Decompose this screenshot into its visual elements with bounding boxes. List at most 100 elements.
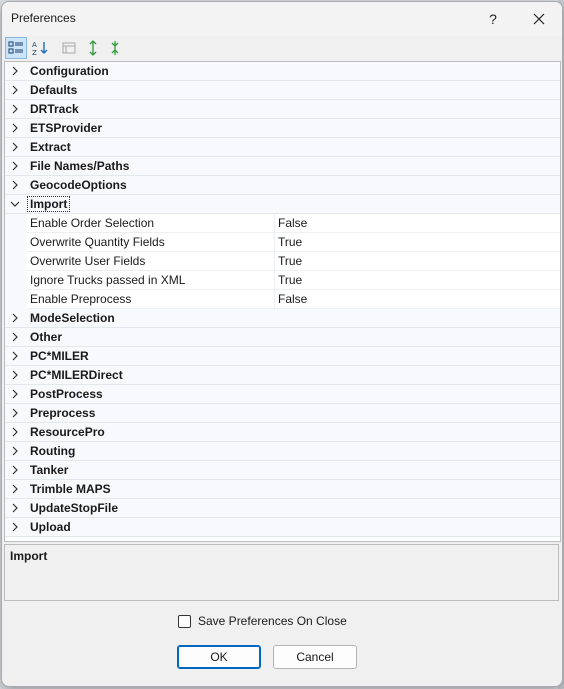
property-value[interactable]: True bbox=[278, 254, 302, 268]
category-label: PC*MILERDirect bbox=[30, 368, 123, 382]
grid-category-row[interactable]: File Names/Paths bbox=[5, 157, 560, 176]
grid-category-row[interactable]: GeocodeOptions bbox=[5, 176, 560, 195]
row-gutter bbox=[5, 271, 27, 290]
chevron-right-icon[interactable] bbox=[10, 389, 20, 399]
chevron-right-icon[interactable] bbox=[10, 313, 20, 323]
category-label: Extract bbox=[30, 140, 71, 154]
category-label: Upload bbox=[30, 520, 71, 534]
grid-property-row[interactable]: Ignore Trucks passed in XML True bbox=[5, 271, 560, 290]
property-pages-button[interactable] bbox=[58, 37, 80, 59]
grid-category-row[interactable]: DRTrack bbox=[5, 100, 560, 119]
grid-category-row[interactable]: Configuration bbox=[5, 62, 560, 81]
row-gutter bbox=[5, 252, 27, 271]
column-splitter bbox=[274, 271, 275, 290]
chevron-right-icon[interactable] bbox=[10, 66, 20, 76]
grid-category-row[interactable]: ModeSelection bbox=[5, 309, 560, 328]
property-value[interactable]: False bbox=[278, 292, 307, 306]
grid-property-row[interactable]: Enable Preprocess False bbox=[5, 290, 560, 309]
save-on-close-label: Save Preferences On Close bbox=[198, 614, 347, 628]
chevron-right-icon[interactable] bbox=[10, 484, 20, 494]
grid-category-row[interactable]: Trimble MAPS bbox=[5, 480, 560, 499]
save-on-close-option[interactable]: Save Preferences On Close bbox=[178, 613, 347, 629]
property-name: Overwrite User Fields bbox=[30, 254, 146, 268]
grid-category-row[interactable]: Defaults bbox=[5, 81, 560, 100]
category-label: PostProcess bbox=[30, 387, 103, 401]
grid-category-row[interactable]: Routing bbox=[5, 442, 560, 461]
category-label: File Names/Paths bbox=[30, 159, 130, 173]
grid-category-row[interactable]: PC*MILERDirect bbox=[5, 366, 560, 385]
chevron-right-icon[interactable] bbox=[10, 104, 20, 114]
close-icon bbox=[533, 13, 545, 25]
chevron-right-icon[interactable] bbox=[10, 465, 20, 475]
save-on-close-checkbox[interactable] bbox=[178, 614, 191, 628]
category-label: DRTrack bbox=[30, 102, 79, 116]
category-label: Tanker bbox=[30, 463, 69, 477]
grid-category-row[interactable]: ResourcePro bbox=[5, 423, 560, 442]
chevron-right-icon[interactable] bbox=[10, 408, 20, 418]
grid-category-row[interactable]: UpdateStopFile bbox=[5, 499, 560, 518]
ok-button[interactable]: OK bbox=[177, 645, 261, 669]
column-splitter bbox=[274, 252, 275, 271]
chevron-right-icon[interactable] bbox=[10, 427, 20, 437]
expand-all-button[interactable] bbox=[82, 37, 104, 59]
row-gutter bbox=[5, 214, 27, 233]
alphabetical-button[interactable]: A Z bbox=[29, 37, 51, 59]
categorized-button[interactable] bbox=[5, 37, 27, 59]
chevron-right-icon[interactable] bbox=[10, 85, 20, 95]
chevron-right-icon[interactable] bbox=[10, 161, 20, 171]
grid-category-row[interactable]: Other bbox=[5, 328, 560, 347]
grid-category-row[interactable]: Extract bbox=[5, 138, 560, 157]
categorized-view-icon bbox=[8, 41, 23, 54]
category-label: Defaults bbox=[30, 83, 78, 97]
chevron-right-icon[interactable] bbox=[10, 351, 20, 361]
category-label: PC*MILER bbox=[30, 349, 89, 363]
chevron-down-icon[interactable] bbox=[10, 199, 20, 209]
grid-category-row[interactable]: Import bbox=[5, 195, 560, 214]
chevron-right-icon[interactable] bbox=[10, 503, 20, 513]
column-splitter bbox=[274, 214, 275, 233]
chevron-right-icon[interactable] bbox=[10, 180, 20, 190]
property-name: Enable Preprocess bbox=[30, 292, 132, 306]
chevron-right-icon[interactable] bbox=[10, 446, 20, 456]
chevron-right-icon[interactable] bbox=[10, 332, 20, 342]
grid-category-row[interactable]: PostProcess bbox=[5, 385, 560, 404]
category-label: Other bbox=[30, 330, 63, 344]
property-grid[interactable]: Configuration Defaults DRTrack ETSProvider E… bbox=[4, 61, 561, 542]
category-label: Trimble MAPS bbox=[30, 482, 111, 496]
property-value[interactable]: True bbox=[278, 235, 302, 249]
category-label: ModeSelection bbox=[30, 311, 115, 325]
chevron-right-icon[interactable] bbox=[10, 522, 20, 532]
chevron-right-icon[interactable] bbox=[10, 123, 20, 133]
grid-category-row[interactable]: PC*MILER bbox=[5, 347, 560, 366]
cancel-button[interactable]: Cancel bbox=[273, 645, 357, 669]
collapse-all-button[interactable] bbox=[104, 37, 126, 59]
collapse-all-icon bbox=[111, 41, 119, 55]
window-title: Preferences bbox=[11, 11, 76, 25]
property-name: Ignore Trucks passed in XML bbox=[30, 273, 186, 287]
property-pages-icon bbox=[62, 42, 76, 54]
grid-category-row[interactable]: Upload bbox=[5, 518, 560, 537]
grid-category-row[interactable]: ETSProvider bbox=[5, 119, 560, 138]
category-label: ResourcePro bbox=[30, 425, 105, 439]
grid-category-row[interactable]: Tanker bbox=[5, 461, 560, 480]
category-label: Configuration bbox=[30, 64, 109, 78]
description-title: Import bbox=[10, 549, 48, 563]
row-gutter bbox=[5, 290, 27, 309]
category-label: Import bbox=[26, 196, 71, 212]
property-value[interactable]: True bbox=[278, 273, 302, 287]
grid-property-row[interactable]: Overwrite Quantity Fields True bbox=[5, 233, 560, 252]
row-gutter bbox=[5, 233, 27, 252]
help-button[interactable]: ? bbox=[470, 2, 516, 36]
category-label: ETSProvider bbox=[30, 121, 103, 135]
chevron-right-icon[interactable] bbox=[10, 370, 20, 380]
chevron-right-icon[interactable] bbox=[10, 142, 20, 152]
property-name: Enable Order Selection bbox=[30, 216, 155, 230]
property-name: Overwrite Quantity Fields bbox=[30, 235, 165, 249]
grid-category-row[interactable]: Preprocess bbox=[5, 404, 560, 423]
property-value[interactable]: False bbox=[278, 216, 307, 230]
expand-all-icon bbox=[89, 40, 97, 56]
grid-property-row[interactable]: Enable Order Selection False bbox=[5, 214, 560, 233]
grid-property-row[interactable]: Overwrite User Fields True bbox=[5, 252, 560, 271]
column-splitter bbox=[274, 233, 275, 252]
close-button[interactable] bbox=[516, 2, 562, 36]
